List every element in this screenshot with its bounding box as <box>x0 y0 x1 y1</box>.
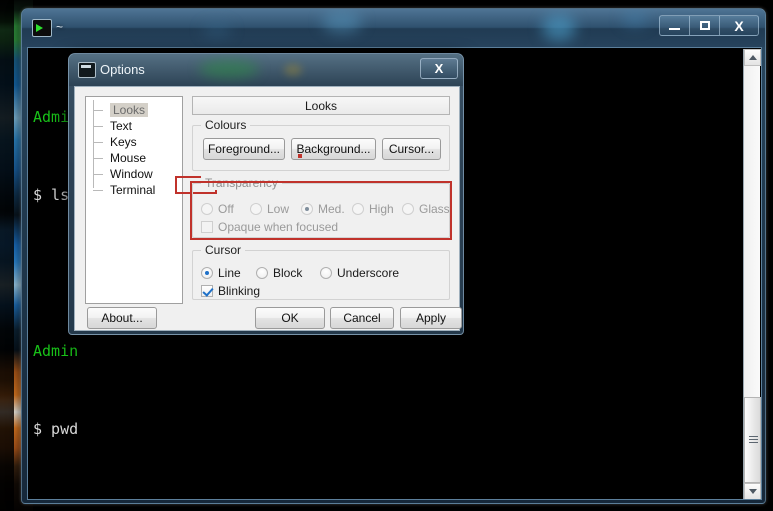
grip-icon <box>749 436 758 444</box>
minimize-button[interactable] <box>659 15 689 36</box>
chevron-down-icon <box>748 489 757 494</box>
radio-label: Line <box>218 266 241 280</box>
terminal-titlebar[interactable]: ~ X <box>22 9 765 47</box>
terminal-title: ~ <box>56 20 64 34</box>
background-colour-button[interactable]: Background... <box>291 138 376 160</box>
checkbox-icon-checked <box>201 285 213 297</box>
apply-button[interactable]: Apply <box>400 307 462 329</box>
transparency-radio-med[interactable]: Med. <box>301 202 345 216</box>
transparency-group: Transparency Off Low Med. High Glass Opa… <box>192 176 450 238</box>
tree-item-label: Mouse <box>110 151 147 165</box>
terminal-icon <box>32 19 52 37</box>
tree-item-label: Keys <box>110 135 137 149</box>
radio-icon <box>352 203 364 215</box>
checkbox-label: Blinking <box>218 284 261 298</box>
options-dialog: Options X Looks Text Keys Mouse Window T… <box>68 53 464 335</box>
radio-icon-selected <box>201 267 213 279</box>
terminal-line: Admin <box>33 342 79 360</box>
dialog-title: Options <box>100 62 145 77</box>
radio-label: Block <box>273 266 303 280</box>
tree-item-window[interactable]: Window <box>86 166 182 182</box>
cursor-colour-button[interactable]: Cursor... <box>382 138 441 160</box>
tree-item-label: Terminal <box>110 183 156 197</box>
colours-group: Colours Foreground... Background... Curs… <box>192 118 450 171</box>
transparency-radio-high[interactable]: High <box>352 202 394 216</box>
tree-item-label: Window <box>110 167 153 181</box>
radio-icon <box>256 267 268 279</box>
scrollbar-thumb[interactable] <box>744 397 761 483</box>
tree-item-looks[interactable]: Looks <box>86 102 182 118</box>
mouse-pointer-marker <box>298 154 302 158</box>
tree-item-label: Looks <box>110 103 149 117</box>
cursor-radio-line[interactable]: Line <box>201 266 241 280</box>
dialog-titlebar[interactable]: Options X <box>69 54 463 86</box>
close-button[interactable]: X <box>719 15 759 36</box>
radio-label: Off <box>218 202 234 216</box>
radio-label: High <box>369 202 394 216</box>
radio-label: Low <box>267 202 290 216</box>
tree-item-text[interactable]: Text <box>86 118 182 134</box>
transparency-radio-glass[interactable]: Glass <box>402 202 450 216</box>
ok-button[interactable]: OK <box>255 307 325 329</box>
screen: ~ X Admin $ ls Admin $ pwd /cygd <box>0 0 773 511</box>
tree-item-terminal[interactable]: Terminal <box>86 182 182 198</box>
tree-item-mouse[interactable]: Mouse <box>86 150 182 166</box>
options-category-tree[interactable]: Looks Text Keys Mouse Window Terminal <box>85 96 183 304</box>
radio-icon <box>201 203 213 215</box>
cursor-group-title: Cursor <box>201 243 246 257</box>
desktop-wallpaper-edge <box>0 0 14 511</box>
cursor-radio-underscore[interactable]: Underscore <box>320 266 399 280</box>
foreground-colour-button[interactable]: Foreground... <box>203 138 285 160</box>
radio-icon <box>402 203 414 215</box>
radio-label: Underscore <box>337 266 400 280</box>
transparency-radio-low[interactable]: Low <box>250 202 289 216</box>
checkbox-label: Opaque when focused <box>218 220 339 234</box>
radio-icon <box>320 267 332 279</box>
cancel-button[interactable]: Cancel <box>330 307 394 329</box>
blinking-checkbox[interactable]: Blinking <box>201 284 260 298</box>
chevron-up-icon <box>748 55 757 60</box>
transparency-radio-off[interactable]: Off <box>201 202 234 216</box>
opaque-when-focused-checkbox[interactable]: Opaque when focused <box>201 220 338 234</box>
cursor-radio-block[interactable]: Block <box>256 266 302 280</box>
tree-item-label: Text <box>110 119 133 133</box>
maximize-icon <box>699 21 710 30</box>
transparency-group-title: Transparency <box>201 176 282 190</box>
radio-label: Med. <box>318 202 345 216</box>
cursor-group: Cursor Line Block Underscore Blinking <box>192 243 450 300</box>
dialog-close-button[interactable]: X <box>420 58 458 79</box>
radio-icon <box>250 203 262 215</box>
terminal-scrollbar[interactable] <box>743 49 761 499</box>
terminal-line: $ pwd <box>33 420 79 438</box>
window-controls: X <box>659 15 759 36</box>
terminal-line: /cygd <box>33 494 105 499</box>
minimize-icon <box>669 27 680 30</box>
tree-item-keys[interactable]: Keys <box>86 134 182 150</box>
options-window-icon <box>78 62 96 78</box>
about-button[interactable]: About... <box>87 307 157 329</box>
scroll-down-button[interactable] <box>744 483 761 499</box>
radio-label: Glass <box>419 202 450 216</box>
dialog-body: Looks Text Keys Mouse Window Terminal Lo… <box>74 86 462 331</box>
colours-group-title: Colours <box>201 118 251 132</box>
panel-header: Looks <box>192 96 450 115</box>
checkbox-icon <box>201 221 213 233</box>
scroll-up-button[interactable] <box>744 49 761 66</box>
maximize-button[interactable] <box>689 15 719 36</box>
radio-icon-selected <box>301 203 313 215</box>
